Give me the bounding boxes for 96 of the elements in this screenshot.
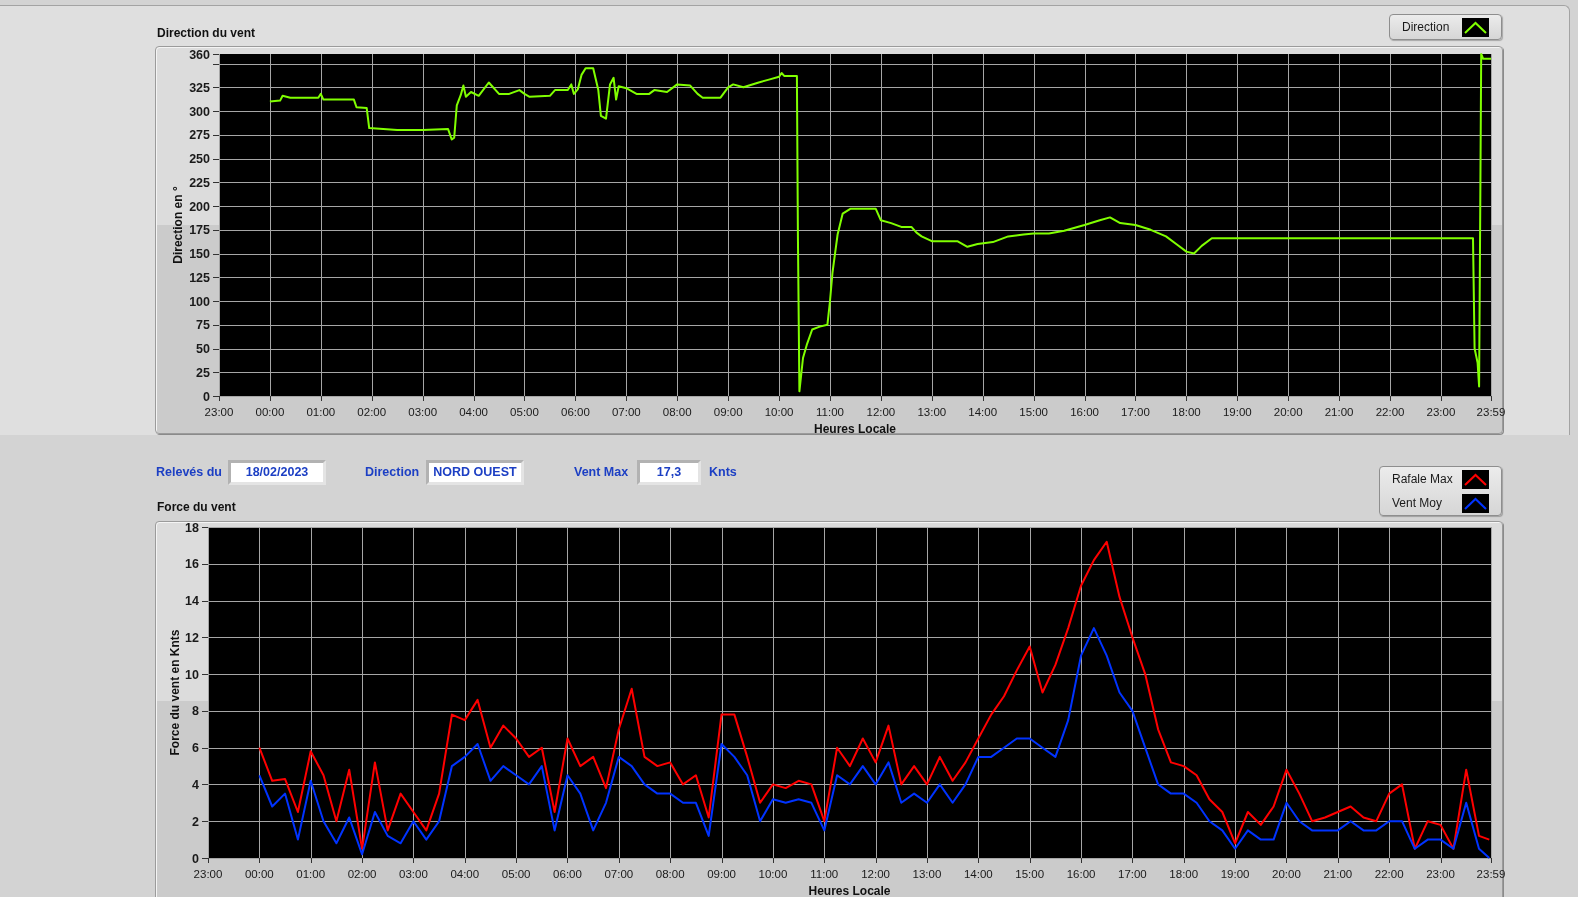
x-tick-label: 16:00 xyxy=(1070,406,1099,418)
x-tick-label: 23:00 xyxy=(204,406,234,418)
x-tick-label: 02:00 xyxy=(357,406,387,418)
chart-title: Direction du vent xyxy=(157,26,255,41)
x-tick-label: 15:00 xyxy=(1015,868,1045,880)
x-tick-label: 11:00 xyxy=(810,868,839,880)
x-tick-label: 17:00 xyxy=(1118,868,1147,880)
x-tick-label: 05:00 xyxy=(501,868,531,880)
x-tick-label: 23:59 xyxy=(1476,406,1506,418)
y-tick-label: 175 xyxy=(189,223,210,238)
y-tick-label: 4 xyxy=(192,777,199,792)
x-tick-label: 03:00 xyxy=(399,868,428,880)
x-tick-label: 16:00 xyxy=(1066,868,1096,880)
y-tick-label: 225 xyxy=(189,175,210,190)
y-tick-label: 125 xyxy=(189,270,210,285)
y-axis-title: Force du vent en Knts xyxy=(168,629,182,756)
y-tick-label: 325 xyxy=(189,80,210,95)
field-label: Relevés du xyxy=(156,465,222,480)
x-tick-label: 07:00 xyxy=(611,406,641,418)
x-tick-label: 14:00 xyxy=(963,868,993,880)
x-tick-label: 22:00 xyxy=(1374,868,1404,880)
x-tick-label: 04:00 xyxy=(459,406,488,418)
x-tick-label: 21:00 xyxy=(1324,406,1354,418)
x-tick-label: 04:00 xyxy=(450,868,480,880)
legend-label: Rafale Max xyxy=(1392,472,1453,486)
x-tick-label: 09:00 xyxy=(707,868,736,880)
y-tick-label: 18 xyxy=(185,520,199,535)
legend-label: Vent Moy xyxy=(1392,496,1443,510)
x-tick-label: 20:00 xyxy=(1272,868,1301,880)
y-tick-label: 6 xyxy=(192,741,199,756)
line-swatch-icon xyxy=(1462,493,1489,513)
x-tick-label: 03:00 xyxy=(408,406,438,418)
x-tick-label: 12:00 xyxy=(861,868,890,880)
x-tick-label: 11:00 xyxy=(816,406,844,418)
y-tick-label: 0 xyxy=(192,851,199,866)
x-tick-label: 21:00 xyxy=(1323,868,1353,880)
chart-title: Force du vent xyxy=(157,500,236,515)
x-tick-label: 20:00 xyxy=(1273,406,1303,418)
y-tick-label: 150 xyxy=(189,247,210,261)
x-tick-label: 23:00 xyxy=(1426,406,1456,418)
x-tick-label: 23:00 xyxy=(193,868,223,880)
y-tick-label: 300 xyxy=(189,104,210,119)
x-axis-title: Heures Locale xyxy=(808,884,891,897)
unit-label: Knts xyxy=(709,465,737,480)
y-tick-label: 75 xyxy=(196,318,210,333)
value-field: 18/02/2023 xyxy=(228,460,326,485)
x-tick-label: 09:00 xyxy=(713,406,743,418)
x-tick-label: 06:00 xyxy=(553,868,582,880)
y-tick-label: 275 xyxy=(189,128,210,143)
x-tick-label: 19:00 xyxy=(1222,406,1252,418)
x-tick-label: 22:00 xyxy=(1375,406,1405,418)
y-tick-label: 200 xyxy=(189,199,210,214)
y-tick-label: 50 xyxy=(196,342,210,356)
y-tick-label: 2 xyxy=(192,814,199,829)
x-tick-label: 23:59 xyxy=(1476,868,1506,880)
y-tick-label: 12 xyxy=(185,630,199,645)
x-tick-label: 01:00 xyxy=(306,406,336,418)
x-tick-label: 10:00 xyxy=(764,406,794,418)
x-tick-label: 08:00 xyxy=(655,868,685,880)
value-field: 17,3 xyxy=(637,460,701,485)
x-tick-label: 06:00 xyxy=(561,406,590,418)
y-tick-label: 25 xyxy=(196,365,210,380)
y-tick-label: 0 xyxy=(203,389,210,404)
value-field: NORD OUEST xyxy=(426,460,524,485)
x-tick-label: 18:00 xyxy=(1169,868,1199,880)
x-tick-label: 10:00 xyxy=(758,868,788,880)
x-tick-label: 00:00 xyxy=(255,406,285,418)
x-tick-label: 15:00 xyxy=(1019,406,1048,418)
x-tick-label: 02:00 xyxy=(347,868,377,880)
y-axis-title: Direction en ° xyxy=(171,186,185,264)
x-tick-label: 23:00 xyxy=(1426,868,1455,880)
y-tick-label: 10 xyxy=(185,667,199,682)
line-swatch-icon xyxy=(1462,17,1489,37)
x-axis-title: Heures Locale xyxy=(814,422,896,436)
field-label: Vent Max xyxy=(574,465,629,480)
y-tick-label: 100 xyxy=(189,294,210,309)
x-tick-label: 18:00 xyxy=(1172,406,1201,418)
y-tick-label: 360 xyxy=(189,47,210,62)
x-tick-label: 14:00 xyxy=(968,406,998,418)
y-tick-label: 250 xyxy=(189,152,210,166)
field-label: Direction xyxy=(365,465,420,480)
x-tick-label: 08:00 xyxy=(662,406,692,418)
x-tick-label: 19:00 xyxy=(1220,868,1250,880)
x-tick-label: 07:00 xyxy=(604,868,634,880)
y-tick-label: 8 xyxy=(192,704,199,719)
x-tick-label: 01:00 xyxy=(296,868,326,880)
x-tick-label: 17:00 xyxy=(1121,406,1150,418)
y-tick-label: 14 xyxy=(185,594,199,609)
x-tick-label: 13:00 xyxy=(917,406,947,418)
x-tick-label: 13:00 xyxy=(912,868,942,880)
y-tick-label: 16 xyxy=(185,557,199,572)
line-swatch-icon xyxy=(1462,469,1489,489)
x-tick-label: 12:00 xyxy=(866,406,896,418)
legend-label: Direction xyxy=(1402,20,1450,34)
x-tick-label: 00:00 xyxy=(244,868,274,880)
x-tick-label: 05:00 xyxy=(510,406,539,418)
